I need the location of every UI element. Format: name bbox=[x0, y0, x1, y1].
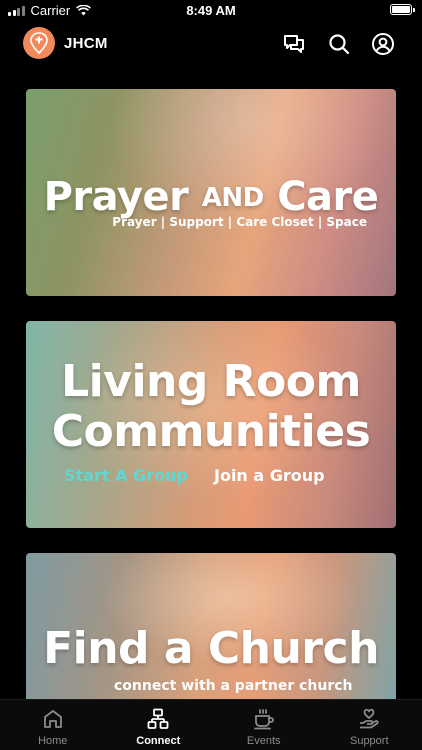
tab-events[interactable]: Events bbox=[211, 700, 317, 750]
find-a-church-card[interactable]: Find a Church connect with a partner chu… bbox=[26, 553, 396, 703]
tab-label: Home bbox=[38, 735, 68, 747]
connect-icon bbox=[147, 708, 169, 729]
app-header: JHCM bbox=[0, 24, 422, 64]
title-word-care: Care bbox=[277, 174, 379, 220]
status-time: 8:49 AM bbox=[186, 3, 236, 18]
living-room-communities-card[interactable]: Living Room Communities Start A Group Jo… bbox=[26, 321, 396, 528]
tab-bar: Home Connect Events Support bbox=[0, 699, 422, 750]
tab-label: Connect bbox=[136, 735, 181, 747]
card-subtitle: connect with a partner church bbox=[114, 678, 353, 694]
search-icon[interactable] bbox=[327, 32, 351, 56]
app-title: JHCM bbox=[64, 35, 108, 52]
tab-connect[interactable]: Connect bbox=[106, 700, 212, 750]
start-group-link[interactable]: Start A Group bbox=[64, 466, 188, 485]
home-icon bbox=[43, 710, 62, 728]
giving-hand-icon bbox=[360, 708, 379, 729]
title-line-1: Living Room bbox=[61, 356, 361, 407]
status-bar: Carrier 8:49 AM bbox=[0, 0, 422, 22]
tab-home[interactable]: Home bbox=[0, 700, 106, 750]
tab-label: Support bbox=[349, 735, 389, 747]
title-word-and: AND bbox=[201, 183, 264, 213]
app-logo[interactable] bbox=[23, 27, 55, 59]
profile-icon[interactable] bbox=[371, 32, 395, 56]
card-title: Living Room Communities bbox=[26, 357, 396, 457]
coffee-cup-icon bbox=[253, 709, 274, 730]
location-pin-icon bbox=[30, 32, 48, 54]
card-title: Find a Church bbox=[43, 623, 379, 674]
tab-label: Events bbox=[246, 735, 281, 747]
join-group-link[interactable]: Join a Group bbox=[214, 466, 325, 485]
tab-support[interactable]: Support bbox=[317, 700, 422, 750]
prayer-and-care-card[interactable]: Prayer AND Care Prayer | Support | Care … bbox=[26, 89, 396, 296]
card-title: Prayer AND Care bbox=[26, 174, 396, 220]
battery-icon bbox=[390, 4, 415, 15]
title-word-prayer: Prayer bbox=[43, 174, 189, 220]
title-line-2: Communities bbox=[51, 406, 371, 457]
card-subtitle: Prayer | Support | Care Closet | Space bbox=[112, 215, 367, 229]
chat-icon[interactable] bbox=[282, 32, 306, 56]
